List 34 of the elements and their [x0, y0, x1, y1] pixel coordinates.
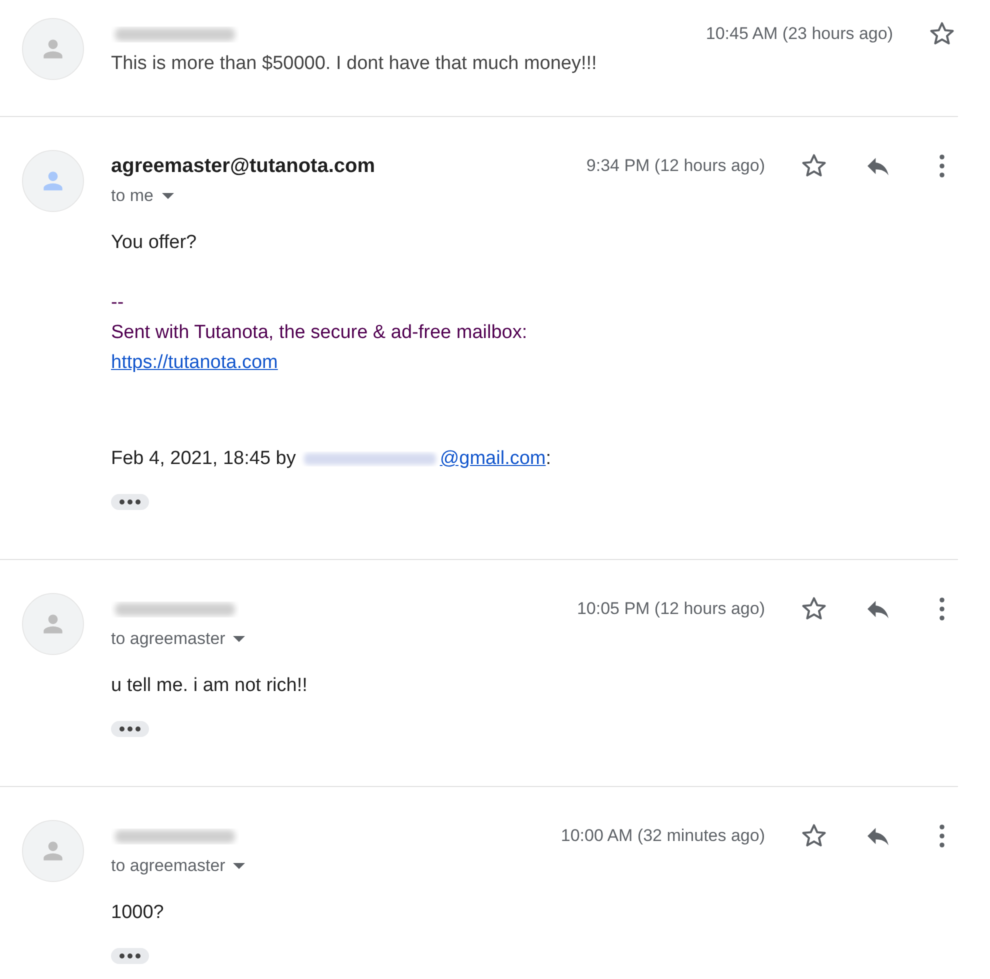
caret-icon [233, 636, 246, 642]
recipient-dropdown[interactable]: to me [111, 182, 174, 210]
message-time: 10:00 AM (32 minutes ago) [560, 826, 765, 846]
ellipsis-icon [119, 499, 141, 505]
message-time: 10:45 AM (23 hours ago) [706, 24, 893, 44]
collapsed-message[interactable]: 10:45 AM (23 hours ago) This is more than $50000. I dont have that much money!!! [0, 0, 958, 117]
message-time: 10:05 PM (12 hours ago) [576, 599, 765, 619]
show-trimmed-button[interactable] [111, 948, 149, 964]
message[interactable]: 10:00 AM (32 minutes ago) to agreemaster 1000? [0, 787, 958, 976]
message-text: u tell me. i am not rich!! [111, 674, 308, 698]
message-time: 9:34 PM (12 hours ago) [586, 156, 765, 176]
recipient-dropdown[interactable]: to agreemaster [111, 852, 246, 880]
show-trimmed-button[interactable] [111, 494, 149, 510]
caret-icon [162, 193, 174, 199]
email-link[interactable]: @gmail.com [440, 444, 546, 474]
signature-text: -- [111, 291, 125, 315]
recipient-dropdown[interactable]: to agreemaster [111, 625, 246, 653]
quote-header: Feb 4, 2021, 18:45 by [111, 447, 296, 471]
show-trimmed-button[interactable] [111, 721, 149, 737]
signature-text: Sent with Tutanota, the secure & ad-free mailbox: [111, 321, 528, 345]
message[interactable]: 10:05 PM (12 hours ago) to agreemaster u tell me. i am not rich!! [0, 560, 958, 787]
message-text: You offer? [111, 231, 198, 255]
ellipsis-icon [119, 953, 141, 959]
ellipsis-icon [119, 726, 141, 732]
message-text: 1000? [111, 901, 165, 925]
quote-colon: : [546, 447, 552, 471]
caret-icon [233, 863, 246, 869]
more-icon [939, 597, 945, 621]
link[interactable]: https://tutanota.com [111, 352, 278, 373]
more-icon [939, 824, 945, 848]
more-icon [939, 154, 945, 178]
sender-name: agreemaster@tutanota.com [111, 154, 376, 178]
message[interactable]: agreemaster@tutanota.com 9:34 PM (12 hours ago) to me You offer? -- Sent with Tutanota, the secure & ad-free mailbox: https://tutanota.com Feb 4, 2021, 18:45 by @gmail.com: [0, 117, 958, 560]
message-snippet: This is more than $50000. I dont have that much money!!! [111, 52, 598, 76]
